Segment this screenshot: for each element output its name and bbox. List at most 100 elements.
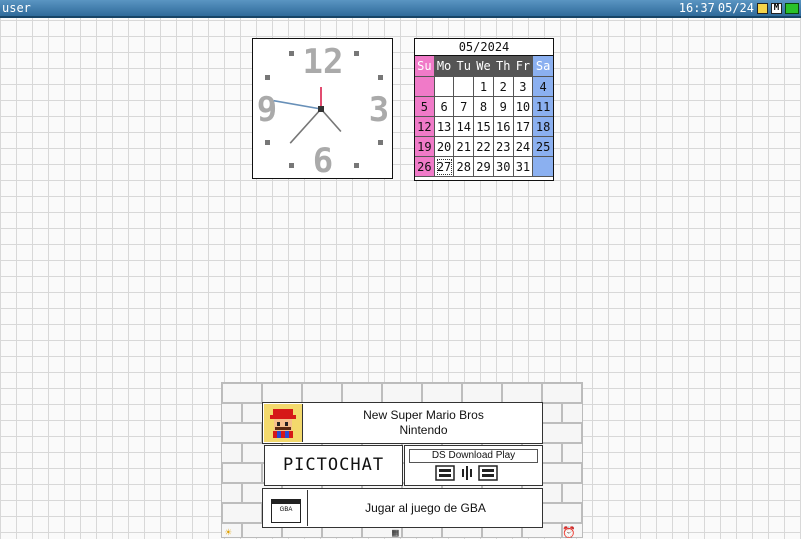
panel-brick [562,403,582,423]
calendar-day: 2 [493,77,514,97]
calendar-day: 29 [474,157,494,177]
pictochat-button[interactable]: PICTOCHAT [264,445,403,486]
calendar-day: 19 [415,137,435,157]
download-play-button[interactable]: DS Download Play [404,445,543,486]
calendar-day: 6 [434,97,455,117]
game-publisher: Nintendo [399,423,448,437]
brightness-icon[interactable]: ☀ [225,527,232,538]
clock-time: 16:37 [678,1,715,15]
panel-brick [222,503,262,523]
calendar-day: 24 [513,137,534,157]
panel-brick [582,503,583,523]
calendar-day: 25 [533,137,553,157]
calendar-day: 21 [454,137,475,157]
clock-center [318,106,324,112]
calendar-weekday-header: Su [415,56,435,77]
calendar-day [415,77,435,97]
calendar-day: 10 [513,97,534,117]
calendar-day: 31 [513,157,534,177]
download-play-label: DS Download Play [409,449,538,463]
panel-brick [422,383,462,403]
panel-brick [582,463,583,483]
settings-icon[interactable]: ▦ [392,527,399,538]
calendar-day: 16 [493,117,514,137]
calendar-day: 28 [454,157,475,177]
gba-cart-label: GBA [271,499,301,523]
calendar-grid: Su Mo Tu We Th Fr Sa 1 2 3 4 5 6 7 8 9 10 11 12 13 14 15 16 17 1… [415,55,553,177]
analog-clock: 12 3 6 9 [252,38,393,180]
panel-brick [222,483,242,503]
calendar-day: 20 [434,137,455,157]
gba-mode-text: Jugar al juego de GBA [365,501,486,515]
alarm-icon[interactable]: ⏰ [562,527,576,538]
alarm-hand [273,99,322,110]
mario-icon [264,404,303,442]
calendar-day: 11 [533,97,553,117]
panel-brick [222,423,262,443]
panel-brick [342,383,382,403]
panel-brick [302,383,342,403]
panel-brick [582,383,583,403]
clock-face: 12 3 6 9 [257,42,389,180]
gba-mode-button[interactable]: GBA Jugar al juego de GBA [262,488,543,528]
top-status-bar: user 16:37 05/24 M [0,0,801,18]
game-card-icon [757,2,768,14]
panel-brick [382,383,422,403]
calendar-weekday-header: Fr [513,56,534,77]
calendar-weekday-header: Th [493,56,514,77]
gba-cartridge-icon: GBA [264,490,308,526]
calendar-day: 12 [415,117,435,137]
calendar-day: 13 [434,117,455,137]
panel-brick [562,483,582,503]
status-area: 16:37 05/24 M [679,0,799,16]
panel-brick [502,383,542,403]
panel-brick [542,383,582,403]
clock-numeral-3: 3 [369,90,389,130]
game-card-button[interactable]: New Super Mario Bros Nintendo [262,402,543,444]
calendar-day: 26 [415,157,435,177]
calendar-day: 8 [474,97,494,117]
tick-mark [265,75,270,80]
tick-mark [289,163,294,168]
date-text: 05/24 [717,1,754,15]
panel-brick [582,423,583,443]
calendar-day: 22 [474,137,494,157]
calendar-day: 27 [434,157,455,177]
ds-wireless-icon [435,465,498,481]
panel-brick [222,443,242,463]
calendar-title: 05/2024 [458,40,510,54]
tick-mark [378,140,383,145]
calendar-day: 9 [493,97,514,117]
calendar-weekday-header: Tu [454,56,475,77]
tick-mark [378,75,383,80]
calendar-day: 14 [454,117,475,137]
calendar-day: 7 [454,97,475,117]
calendar-day: 4 [533,77,553,97]
calendar-day: 23 [493,137,514,157]
calendar-day: 1 [474,77,494,97]
calendar-day: 17 [513,117,534,137]
panel-brick [542,463,582,483]
panel-brick [542,423,582,443]
calendar-day: 30 [493,157,514,177]
hour-hand [320,108,342,133]
panel-brick [562,443,582,463]
clock-numeral-12: 12 [303,42,344,82]
username: user [2,1,31,15]
panel-brick [222,463,262,483]
calendar-day [454,77,475,97]
game-info: New Super Mario Bros Nintendo [305,408,542,438]
panel-brick [542,503,582,523]
calendar-day [533,157,553,177]
minute-hand [289,108,322,144]
calendar-day [434,77,455,97]
calendar-day: 3 [513,77,534,97]
calendar-day: 18 [533,117,553,137]
calendar-weekday-header: Sa [533,56,553,77]
clock-numeral-6: 6 [313,141,333,180]
game-title: New Super Mario Bros [363,408,484,422]
clock-numeral-9: 9 [257,90,277,130]
panel-brick [462,383,502,403]
m-icon: M [771,2,782,14]
panel-brick [262,383,302,403]
